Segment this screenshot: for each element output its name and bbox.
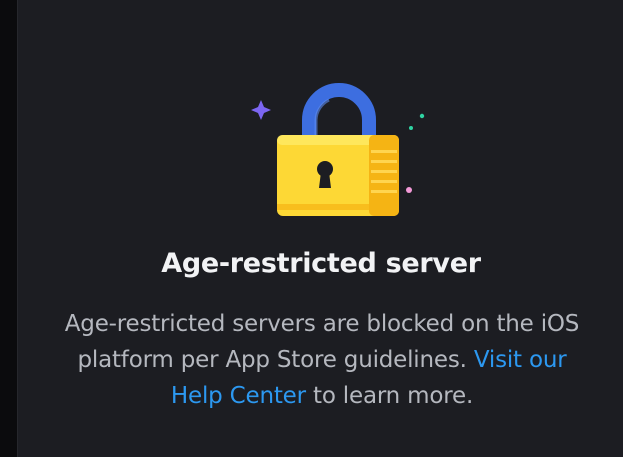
- sparkle-dot-icon: [409, 126, 413, 130]
- lock-illustration: [251, 83, 425, 216]
- message-trailing-text: to learn more.: [313, 383, 474, 409]
- sparkle-dot-icon: [419, 113, 425, 119]
- age-restricted-panel: Age-restricted server Age-restricted ser…: [17, 0, 623, 457]
- page-title: Age-restricted server: [161, 248, 481, 279]
- padlock-icon: [277, 135, 399, 216]
- app-frame: Age-restricted server Age-restricted ser…: [0, 0, 623, 457]
- sparkle-star-icon: [251, 100, 271, 120]
- sparkle-dot-icon: [406, 187, 412, 193]
- message-body: Age-restricted servers are blocked on th…: [52, 306, 592, 414]
